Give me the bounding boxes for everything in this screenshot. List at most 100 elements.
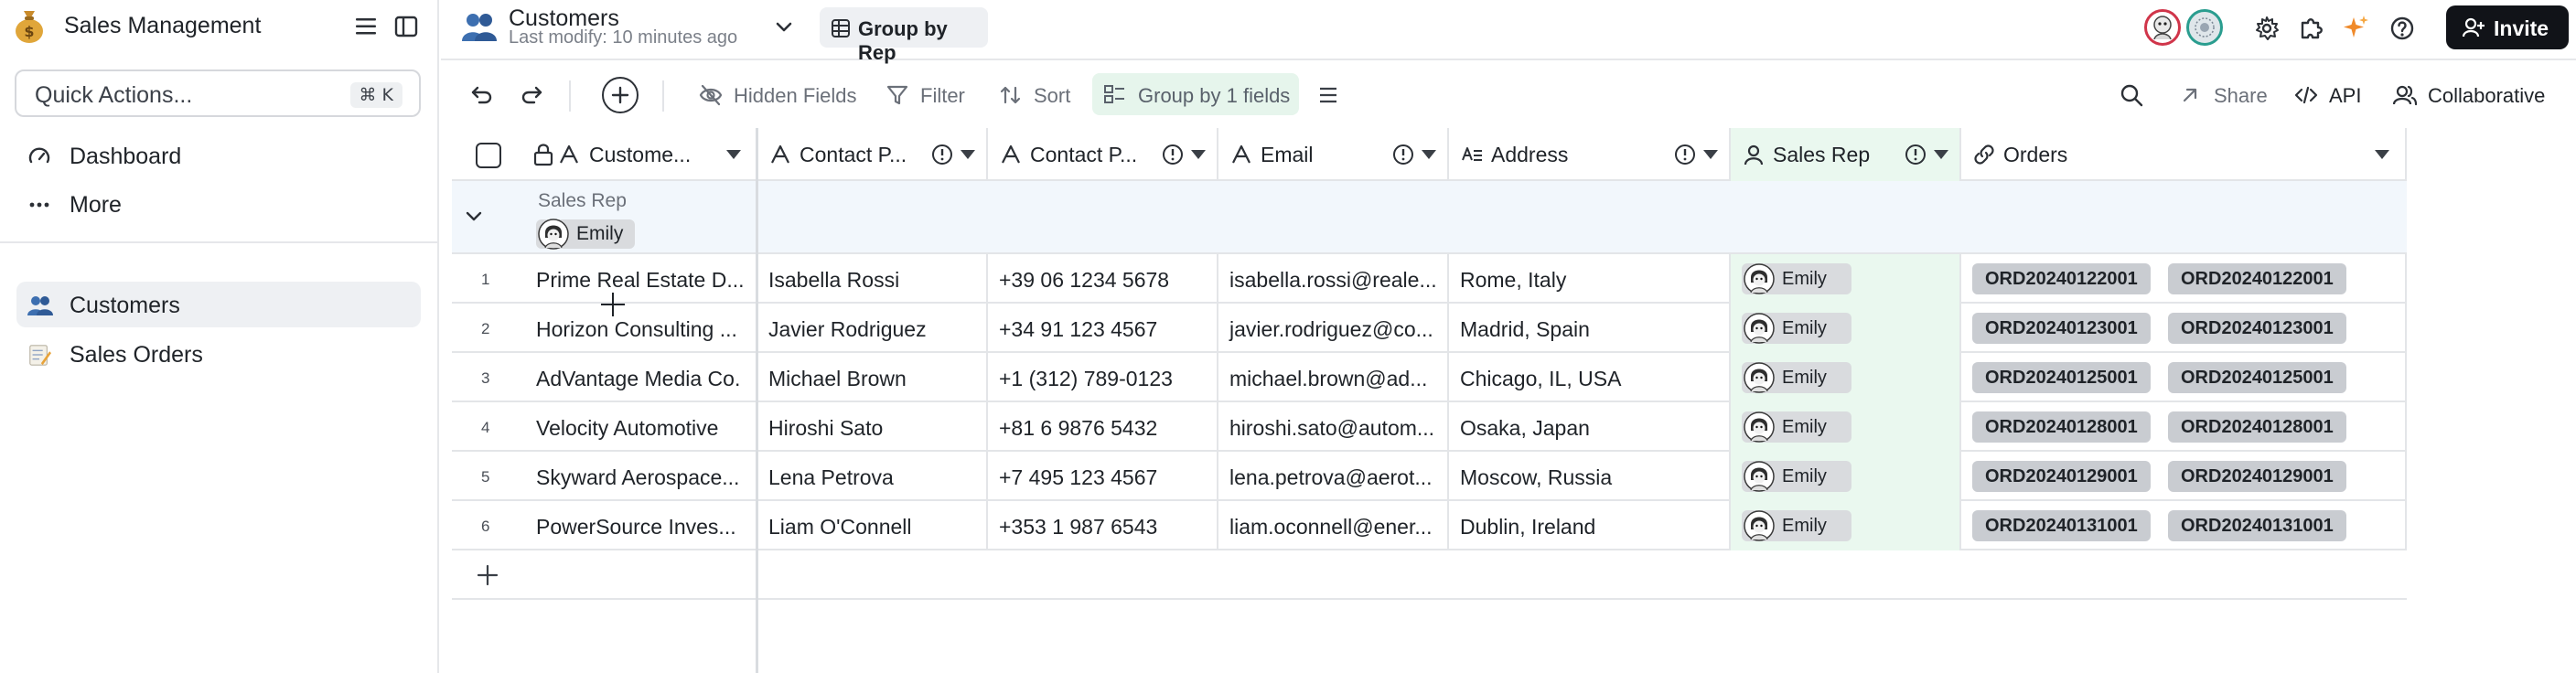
- column-menu-icon[interactable]: [1703, 150, 1718, 159]
- order-link-chip[interactable]: ORD20240122001: [2168, 263, 2346, 294]
- sidebar-toggle-icon[interactable]: [393, 14, 419, 39]
- cell-contact-name[interactable]: Javier Rodriguez: [757, 304, 988, 353]
- help-icon[interactable]: [2389, 16, 2415, 41]
- column-header-contact-person[interactable]: Contact P...: [757, 128, 988, 181]
- column-menu-icon[interactable]: [2375, 150, 2389, 159]
- chevron-down-icon[interactable]: [461, 203, 487, 229]
- cell-address[interactable]: Osaka, Japan: [1449, 402, 1731, 452]
- info-icon[interactable]: [1905, 144, 1927, 166]
- cell-email[interactable]: isabella.rossi@reale...: [1218, 254, 1449, 304]
- cell-sales-rep[interactable]: Emily: [1731, 353, 1961, 402]
- undo-icon[interactable]: [470, 82, 494, 106]
- order-link-chip[interactable]: ORD20240129001: [2168, 461, 2346, 492]
- cell-address[interactable]: Rome, Italy: [1449, 254, 1731, 304]
- redo-icon[interactable]: [520, 82, 543, 106]
- table-item-sales-orders[interactable]: Sales Orders: [16, 331, 421, 377]
- cell-contact-name[interactable]: Liam O'Connell: [757, 501, 988, 550]
- table-row[interactable]: 3 AdVantage Media Co. Michael Brown +1 (312…: [452, 353, 2407, 402]
- collaborator-avatar[interactable]: [2144, 9, 2181, 46]
- cell-customer[interactable]: Velocity Automotive: [525, 402, 757, 452]
- order-link-chip[interactable]: ORD20240131001: [1972, 510, 2151, 541]
- cell-phone[interactable]: +1 (312) 789-0123: [988, 353, 1218, 402]
- order-link-chip[interactable]: ORD20240125001: [2168, 362, 2346, 393]
- puzzle-plugin-icon[interactable]: [2298, 15, 2324, 40]
- share-button[interactable]: Share: [2179, 75, 2270, 115]
- cell-email[interactable]: lena.petrova@aerot...: [1218, 452, 1449, 501]
- cell-address[interactable]: Chicago, IL, USA: [1449, 353, 1731, 402]
- column-header-contact-phone[interactable]: Contact P...: [988, 128, 1218, 181]
- filter-button[interactable]: Filter: [886, 75, 977, 115]
- info-icon[interactable]: [931, 144, 953, 166]
- cell-customer[interactable]: Prime Real Estate D...: [525, 254, 757, 304]
- cell-phone[interactable]: +34 91 123 4567: [988, 304, 1218, 353]
- settings-gear-icon[interactable]: [2254, 16, 2280, 41]
- cell-phone[interactable]: +39 06 1234 5678: [988, 254, 1218, 304]
- cell-address[interactable]: Dublin, Ireland: [1449, 501, 1731, 550]
- cell-email[interactable]: javier.rodriguez@co...: [1218, 304, 1449, 353]
- cell-phone[interactable]: +7 495 123 4567: [988, 452, 1218, 501]
- cell-sales-rep[interactable]: Emily: [1731, 402, 1961, 452]
- table-row[interactable]: 1 Prime Real Estate D... Isabella Rossi +39…: [452, 254, 2407, 304]
- invite-button[interactable]: Invite: [2446, 5, 2569, 49]
- api-button[interactable]: API: [2294, 75, 2367, 115]
- column-menu-icon[interactable]: [726, 150, 741, 159]
- column-menu-icon[interactable]: [1934, 150, 1948, 159]
- column-header-address[interactable]: Address: [1449, 128, 1731, 181]
- column-header-customer[interactable]: Custome...: [525, 128, 757, 181]
- sort-button[interactable]: Sort: [999, 75, 1081, 115]
- cell-address[interactable]: Madrid, Spain: [1449, 304, 1731, 353]
- table-item-customers[interactable]: Customers: [16, 282, 421, 327]
- cell-email[interactable]: liam.oconnell@ener...: [1218, 501, 1449, 550]
- column-menu-icon[interactable]: [1422, 150, 1436, 159]
- cell-sales-rep[interactable]: Emily: [1731, 254, 1961, 304]
- cell-customer[interactable]: PowerSource Inves...: [525, 501, 757, 550]
- cell-orders[interactable]: ORD20240131001 ORD20240131001: [1961, 501, 2407, 550]
- cell-contact-name[interactable]: Michael Brown: [757, 353, 988, 402]
- cell-orders[interactable]: ORD20240122001 ORD20240122001: [1961, 254, 2407, 304]
- column-menu-icon[interactable]: [961, 150, 975, 159]
- hidden-fields-button[interactable]: Hidden Fields: [699, 75, 857, 115]
- column-header-sales-rep[interactable]: Sales Rep: [1731, 128, 1961, 181]
- info-icon[interactable]: [1674, 144, 1696, 166]
- cell-orders[interactable]: ORD20240128001 ORD20240128001: [1961, 402, 2407, 452]
- cell-phone[interactable]: +353 1 987 6543: [988, 501, 1218, 550]
- table-row[interactable]: 4 Velocity Automotive Hiroshi Sato +81 6 98…: [452, 402, 2407, 452]
- order-link-chip[interactable]: ORD20240122001: [1972, 263, 2151, 294]
- collaborative-button[interactable]: Collaborative: [2393, 75, 2567, 115]
- frozen-column-divider[interactable]: [756, 128, 758, 673]
- group-header-row[interactable]: Sales Rep Emily: [452, 181, 2407, 254]
- cell-orders[interactable]: ORD20240123001 ORD20240123001: [1961, 304, 2407, 353]
- group-by-button[interactable]: Group by 1 fields: [1092, 73, 1299, 115]
- add-row-button[interactable]: [452, 550, 2407, 600]
- order-link-chip[interactable]: ORD20240129001: [1972, 461, 2151, 492]
- column-header-email[interactable]: Email: [1218, 128, 1449, 181]
- cell-customer[interactable]: Skyward Aerospace...: [525, 452, 757, 501]
- column-header-orders[interactable]: Orders: [1961, 128, 2407, 181]
- search-icon[interactable]: [2119, 82, 2144, 108]
- select-all-checkbox[interactable]: [476, 143, 501, 168]
- info-icon[interactable]: [1392, 144, 1414, 166]
- nav-item-more[interactable]: More: [16, 181, 421, 227]
- cell-orders[interactable]: ORD20240125001 ORD20240125001: [1961, 353, 2407, 402]
- cell-email[interactable]: hiroshi.sato@autom...: [1218, 402, 1449, 452]
- cell-email[interactable]: michael.brown@ad...: [1218, 353, 1449, 402]
- order-link-chip[interactable]: ORD20240131001: [2168, 510, 2346, 541]
- table-row[interactable]: 5 Skyward Aerospace... Lena Petrova +7 495 …: [452, 452, 2407, 501]
- row-height-menu-icon[interactable]: [1317, 84, 1339, 106]
- cell-customer[interactable]: AdVantage Media Co.: [525, 353, 757, 402]
- cell-sales-rep[interactable]: Emily: [1731, 452, 1961, 501]
- info-icon[interactable]: [1162, 144, 1184, 166]
- order-link-chip[interactable]: ORD20240125001: [1972, 362, 2151, 393]
- cell-address[interactable]: Moscow, Russia: [1449, 452, 1731, 501]
- add-record-button[interactable]: [602, 77, 639, 113]
- column-menu-icon[interactable]: [1191, 150, 1206, 159]
- cell-customer[interactable]: Horizon Consulting ...: [525, 304, 757, 353]
- cell-contact-name[interactable]: Isabella Rossi: [757, 254, 988, 304]
- order-link-chip[interactable]: ORD20240128001: [1972, 411, 2151, 443]
- chevron-down-icon[interactable]: [774, 16, 794, 37]
- view-tab-group-by-rep[interactable]: Group by Rep: [820, 7, 988, 64]
- cell-phone[interactable]: +81 6 9876 5432: [988, 402, 1218, 452]
- table-row[interactable]: 6 PowerSource Inves... Liam O'Connell +353 …: [452, 501, 2407, 550]
- order-link-chip[interactable]: ORD20240123001: [1972, 313, 2151, 344]
- nav-item-dashboard[interactable]: Dashboard: [16, 133, 421, 178]
